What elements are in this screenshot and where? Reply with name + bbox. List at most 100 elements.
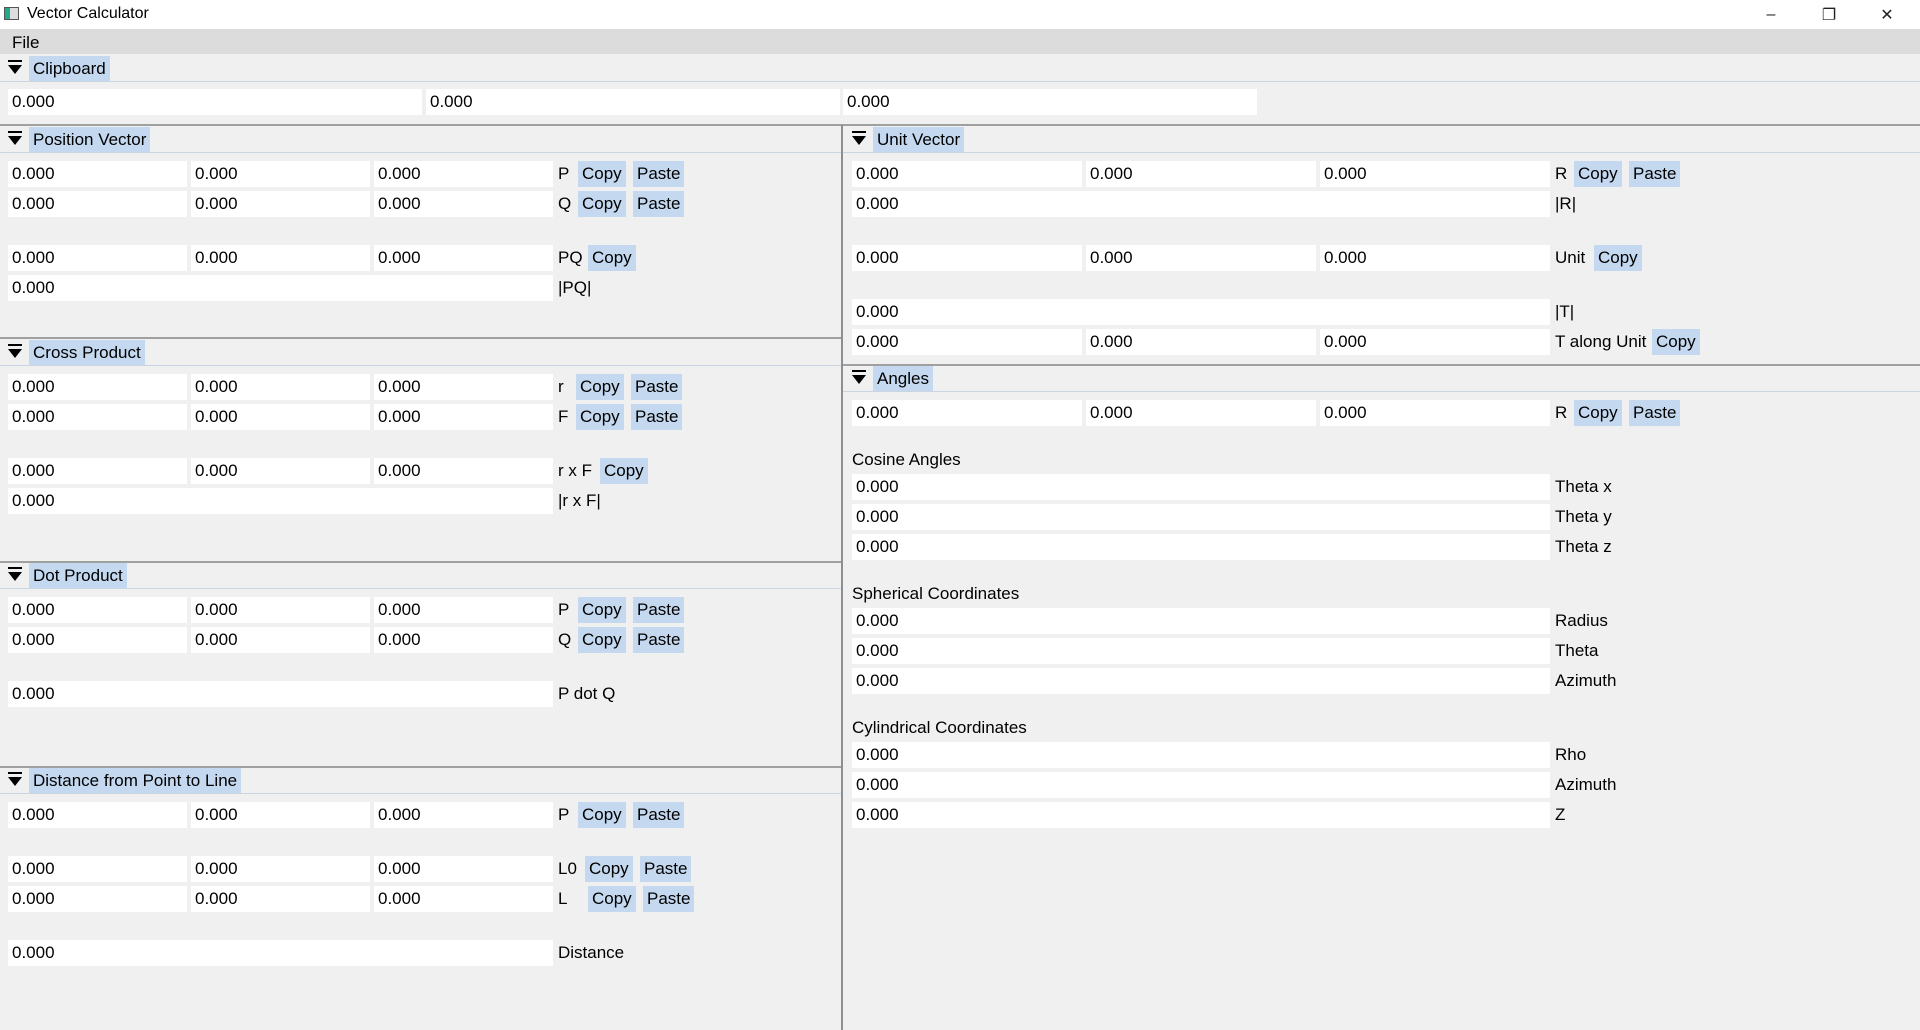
- collapse-triangle-icon[interactable]: [8, 136, 22, 145]
- uv-t-magnitude[interactable]: 0.000: [852, 299, 1550, 325]
- close-icon[interactable]: ✕: [1858, 0, 1916, 29]
- cp-rxf-magnitude[interactable]: 0.000: [8, 488, 553, 514]
- uv-unit-y[interactable]: 0.000: [1086, 245, 1316, 271]
- uv-r-y[interactable]: 0.000: [1086, 161, 1316, 187]
- dist-l0-x[interactable]: 0.000: [8, 856, 187, 882]
- dist-l0-y[interactable]: 0.000: [191, 856, 370, 882]
- dp-q-x[interactable]: 0.000: [8, 627, 187, 653]
- dist-result[interactable]: 0.000: [8, 940, 553, 966]
- group-title-position-vector[interactable]: Position Vector: [29, 127, 151, 152]
- cp-rxf-z[interactable]: 0.000: [374, 458, 553, 484]
- dp-q-paste-button[interactable]: Paste: [633, 627, 685, 653]
- dp-q-z[interactable]: 0.000: [374, 627, 553, 653]
- group-title-clipboard[interactable]: Clipboard: [29, 56, 110, 81]
- dp-p-copy-button[interactable]: Copy: [578, 597, 626, 623]
- ang-r-copy-button[interactable]: Copy: [1574, 400, 1622, 426]
- group-title-cross-product[interactable]: Cross Product: [29, 340, 145, 365]
- uv-unit-z[interactable]: 0.000: [1320, 245, 1550, 271]
- pv-p-z[interactable]: 0.000: [374, 161, 553, 187]
- uv-unit-copy-button[interactable]: Copy: [1594, 245, 1642, 271]
- pv-pq-x[interactable]: 0.000: [8, 245, 187, 271]
- uv-unit-x[interactable]: 0.000: [852, 245, 1082, 271]
- collapse-triangle-icon[interactable]: [8, 349, 22, 358]
- cp-r-x[interactable]: 0.000: [8, 374, 187, 400]
- collapse-triangle-icon[interactable]: [852, 375, 866, 384]
- pv-q-copy-button[interactable]: Copy: [578, 191, 626, 217]
- dist-l0-z[interactable]: 0.000: [374, 856, 553, 882]
- ang-radius-field[interactable]: 0.000: [852, 608, 1550, 634]
- cp-f-copy-button[interactable]: Copy: [576, 404, 624, 430]
- pv-pq-y[interactable]: 0.000: [191, 245, 370, 271]
- ang-z-field[interactable]: 0.000: [852, 802, 1550, 828]
- pv-p-y[interactable]: 0.000: [191, 161, 370, 187]
- dist-p-y[interactable]: 0.000: [191, 802, 370, 828]
- uv-t-along-x[interactable]: 0.000: [852, 329, 1082, 355]
- pv-q-paste-button[interactable]: Paste: [633, 191, 685, 217]
- ang-theta-field[interactable]: 0.000: [852, 638, 1550, 664]
- uv-r-z[interactable]: 0.000: [1320, 161, 1550, 187]
- collapse-triangle-icon[interactable]: [8, 65, 22, 74]
- clipboard-y-field[interactable]: 0.000: [426, 89, 840, 115]
- cp-f-paste-button[interactable]: Paste: [631, 404, 683, 430]
- cp-f-x[interactable]: 0.000: [8, 404, 187, 430]
- clipboard-z-field[interactable]: 0.000: [843, 89, 1257, 115]
- ang-r-paste-button[interactable]: Paste: [1629, 400, 1681, 426]
- ang-azimuth-field[interactable]: 0.000: [852, 668, 1550, 694]
- clipboard-x-field[interactable]: 0.000: [8, 89, 422, 115]
- menu-file[interactable]: File: [12, 33, 39, 53]
- pv-q-z[interactable]: 0.000: [374, 191, 553, 217]
- cp-r-z[interactable]: 0.000: [374, 374, 553, 400]
- uv-t-along-copy-button[interactable]: Copy: [1652, 329, 1700, 355]
- cp-f-z[interactable]: 0.000: [374, 404, 553, 430]
- dist-l-z[interactable]: 0.000: [374, 886, 553, 912]
- pv-p-copy-button[interactable]: Copy: [578, 161, 626, 187]
- ang-rho-field[interactable]: 0.000: [852, 742, 1550, 768]
- dist-l-x[interactable]: 0.000: [8, 886, 187, 912]
- pv-pq-z[interactable]: 0.000: [374, 245, 553, 271]
- cp-r-copy-button[interactable]: Copy: [576, 374, 624, 400]
- collapse-triangle-icon[interactable]: [8, 572, 22, 581]
- pv-q-y[interactable]: 0.000: [191, 191, 370, 217]
- ang-theta-x-field[interactable]: 0.000: [852, 474, 1550, 500]
- dist-p-paste-button[interactable]: Paste: [633, 802, 685, 828]
- dp-p-z[interactable]: 0.000: [374, 597, 553, 623]
- uv-r-magnitude[interactable]: 0.000: [852, 191, 1550, 217]
- group-title-distance[interactable]: Distance from Point to Line: [29, 768, 242, 793]
- uv-r-paste-button[interactable]: Paste: [1629, 161, 1681, 187]
- pv-pq-copy-button[interactable]: Copy: [588, 245, 636, 271]
- minimize-icon[interactable]: –: [1742, 0, 1800, 29]
- dp-q-copy-button[interactable]: Copy: [578, 627, 626, 653]
- dp-p-y[interactable]: 0.000: [191, 597, 370, 623]
- group-title-dot-product[interactable]: Dot Product: [29, 563, 127, 588]
- dist-l0-copy-button[interactable]: Copy: [585, 856, 633, 882]
- ang-r-z[interactable]: 0.000: [1320, 400, 1550, 426]
- cp-rxf-x[interactable]: 0.000: [8, 458, 187, 484]
- cp-f-y[interactable]: 0.000: [191, 404, 370, 430]
- group-title-unit-vector[interactable]: Unit Vector: [873, 127, 965, 152]
- vertical-splitter[interactable]: [841, 125, 843, 1030]
- ang-r-y[interactable]: 0.000: [1086, 400, 1316, 426]
- cp-rxf-copy-button[interactable]: Copy: [600, 458, 648, 484]
- dp-p-paste-button[interactable]: Paste: [633, 597, 685, 623]
- dp-p-x[interactable]: 0.000: [8, 597, 187, 623]
- cp-rxf-y[interactable]: 0.000: [191, 458, 370, 484]
- collapse-triangle-icon[interactable]: [8, 777, 22, 786]
- uv-r-x[interactable]: 0.000: [852, 161, 1082, 187]
- ang-theta-y-field[interactable]: 0.000: [852, 504, 1550, 530]
- dist-l-paste-button[interactable]: Paste: [643, 886, 695, 912]
- pv-q-x[interactable]: 0.000: [8, 191, 187, 217]
- dist-p-z[interactable]: 0.000: [374, 802, 553, 828]
- dist-p-copy-button[interactable]: Copy: [578, 802, 626, 828]
- ang-cyl-azimuth-field[interactable]: 0.000: [852, 772, 1550, 798]
- dp-q-y[interactable]: 0.000: [191, 627, 370, 653]
- group-title-angles[interactable]: Angles: [873, 366, 933, 391]
- uv-t-along-y[interactable]: 0.000: [1086, 329, 1316, 355]
- cp-r-y[interactable]: 0.000: [191, 374, 370, 400]
- dist-l-copy-button[interactable]: Copy: [588, 886, 636, 912]
- pv-p-x[interactable]: 0.000: [8, 161, 187, 187]
- restore-icon[interactable]: ❐: [1800, 0, 1858, 29]
- dist-p-x[interactable]: 0.000: [8, 802, 187, 828]
- dist-l0-paste-button[interactable]: Paste: [640, 856, 692, 882]
- ang-theta-z-field[interactable]: 0.000: [852, 534, 1550, 560]
- cp-r-paste-button[interactable]: Paste: [631, 374, 683, 400]
